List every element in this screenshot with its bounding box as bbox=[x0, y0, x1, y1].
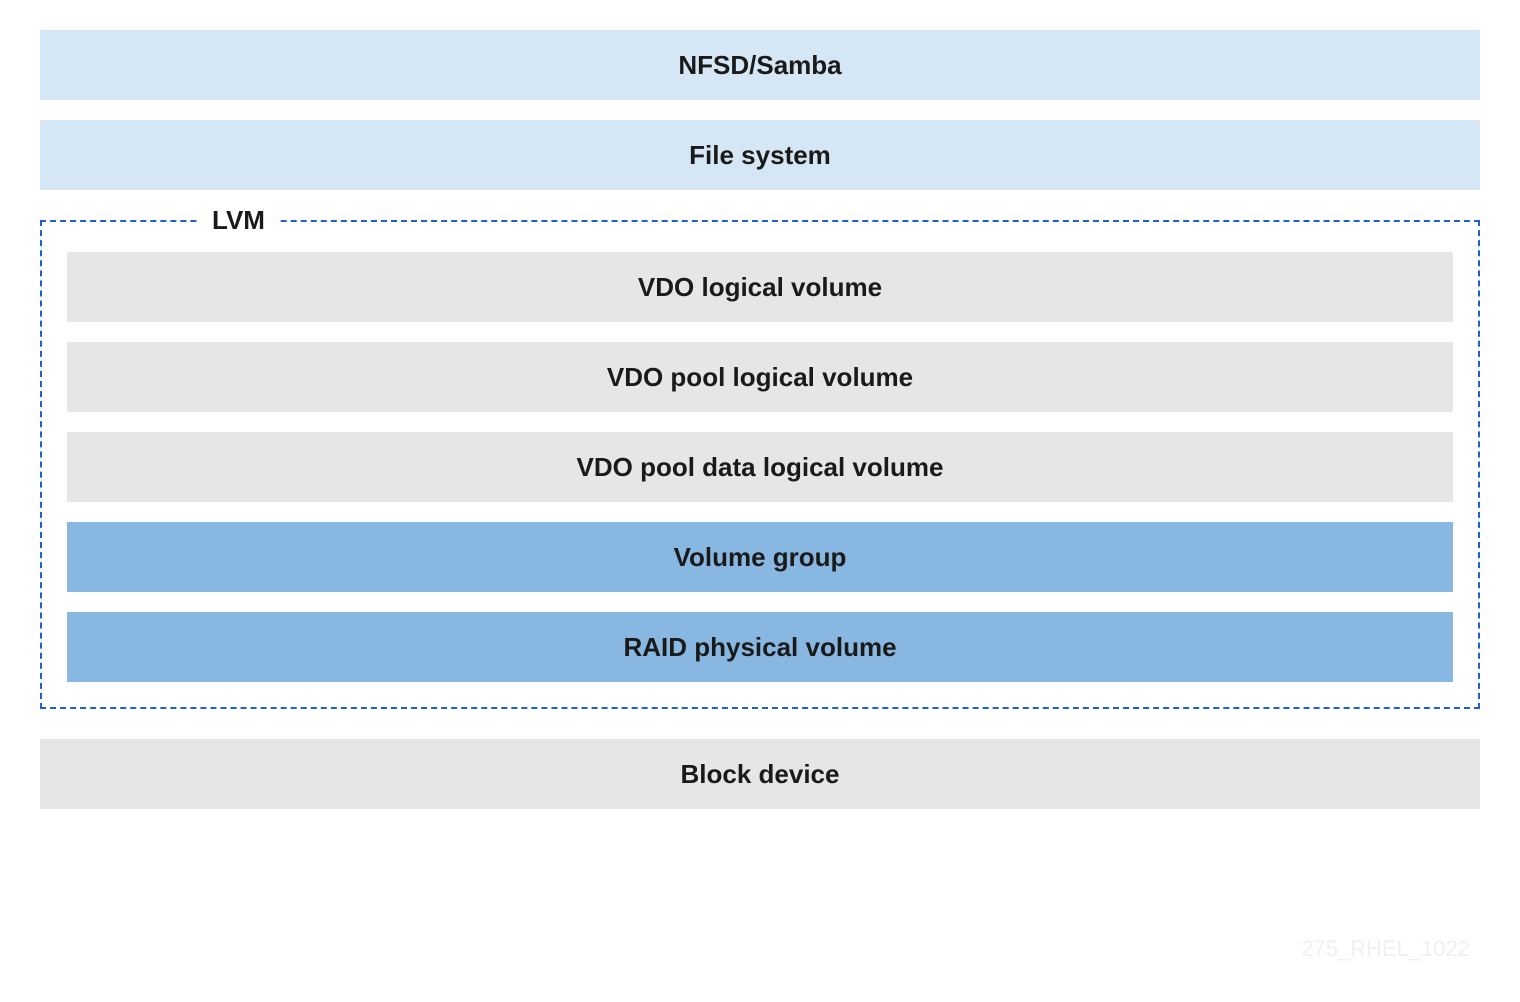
layer-vdo-pool-data: VDO pool data logical volume bbox=[67, 432, 1453, 502]
layer-file-system: File system bbox=[40, 120, 1480, 190]
lvm-label: LVM bbox=[197, 205, 280, 236]
layer-raid-physical-label: RAID physical volume bbox=[623, 632, 896, 663]
layer-vdo-pool-data-label: VDO pool data logical volume bbox=[577, 452, 944, 483]
layer-nfsd-samba-label: NFSD/Samba bbox=[678, 50, 841, 81]
layer-block-device-label: Block device bbox=[681, 759, 840, 790]
layer-vdo-pool-logical: VDO pool logical volume bbox=[67, 342, 1453, 412]
layer-block-device: Block device bbox=[40, 739, 1480, 809]
lvm-container: LVM VDO logical volume VDO pool logical … bbox=[40, 220, 1480, 709]
layer-vdo-pool-logical-label: VDO pool logical volume bbox=[607, 362, 913, 393]
layer-volume-group: Volume group bbox=[67, 522, 1453, 592]
layer-nfsd-samba: NFSD/Samba bbox=[40, 30, 1480, 100]
layer-raid-physical: RAID physical volume bbox=[67, 612, 1453, 682]
watermark: 275_RHEL_1022 bbox=[1301, 936, 1470, 962]
layer-volume-group-label: Volume group bbox=[674, 542, 847, 573]
layer-file-system-label: File system bbox=[689, 140, 831, 171]
layer-vdo-logical-label: VDO logical volume bbox=[638, 272, 882, 303]
layer-vdo-logical: VDO logical volume bbox=[67, 252, 1453, 322]
